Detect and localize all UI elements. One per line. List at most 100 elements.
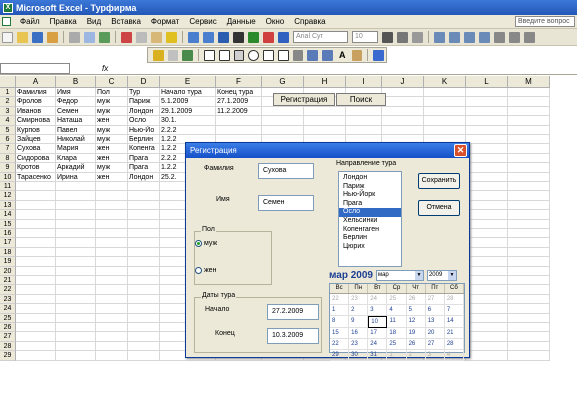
- cell[interactable]: жен: [96, 173, 128, 182]
- cell[interactable]: Тарасенко: [16, 173, 56, 182]
- row-header[interactable]: 22: [0, 285, 16, 295]
- image-control-icon[interactable]: [351, 49, 363, 61]
- cell[interactable]: Николай: [56, 135, 96, 144]
- row-header[interactable]: 12: [0, 191, 16, 201]
- checkbox-control-icon[interactable]: [204, 49, 215, 61]
- row-header[interactable]: 18: [0, 247, 16, 258]
- year-select[interactable]: 2009 ▼: [426, 269, 457, 281]
- row-header[interactable]: 5: [0, 125, 16, 135]
- listbox-control-icon[interactable]: [263, 49, 274, 61]
- calendar-day[interactable]: 25: [387, 294, 407, 305]
- cell[interactable]: Наташа: [56, 116, 96, 125]
- calendar-day[interactable]: 12: [406, 316, 426, 328]
- calendar-day[interactable]: 27: [425, 339, 445, 350]
- help-search-input[interactable]: Введите вопрос: [515, 16, 575, 27]
- calendar-day[interactable]: 29: [330, 350, 350, 361]
- calendar-day[interactable]: 2: [406, 350, 426, 361]
- workbook-icon[interactable]: [2, 17, 11, 26]
- column-header[interactable]: C: [96, 76, 128, 88]
- cell[interactable]: жен: [96, 154, 128, 163]
- column-header[interactable]: J: [382, 76, 424, 88]
- new-icon[interactable]: [2, 31, 13, 43]
- cell[interactable]: 27.1.2009: [216, 97, 262, 106]
- cell[interactable]: Осло: [128, 116, 160, 125]
- cell[interactable]: Конец тура: [216, 88, 262, 97]
- column-header[interactable]: I: [346, 76, 382, 88]
- female-radio[interactable]: жен: [195, 267, 216, 274]
- open-icon[interactable]: [17, 31, 28, 43]
- row-header[interactable]: 16: [0, 229, 16, 239]
- register-sheet-button[interactable]: Регистрация: [273, 93, 335, 106]
- menu-view[interactable]: Вид: [82, 17, 106, 26]
- column-header[interactable]: H: [304, 76, 346, 88]
- calendar-day[interactable]: 1: [387, 350, 407, 361]
- calendar-day[interactable]: 4: [444, 350, 464, 361]
- row-header[interactable]: 15: [0, 219, 16, 229]
- end-date-field[interactable]: 10.3.2009: [267, 328, 319, 344]
- sort-icon[interactable]: [248, 31, 259, 43]
- row-header[interactable]: 25: [0, 313, 16, 323]
- calendar-day[interactable]: 27: [425, 294, 445, 305]
- calendar-day[interactable]: 1: [330, 305, 350, 316]
- row-header[interactable]: 24: [0, 304, 16, 314]
- paste-icon[interactable]: [151, 31, 162, 43]
- calendar-day[interactable]: 14: [444, 316, 464, 328]
- underline-icon[interactable]: [412, 31, 423, 43]
- calendar-day[interactable]: 31: [368, 350, 388, 361]
- calendar-day[interactable]: 4: [387, 305, 407, 316]
- button-control-icon[interactable]: [233, 49, 245, 61]
- calendar-day[interactable]: 25: [387, 339, 407, 350]
- cell[interactable]: Иванов: [16, 107, 56, 116]
- drawing-icon[interactable]: [278, 31, 289, 43]
- column-header[interactable]: M: [508, 76, 550, 88]
- chart-wizard-icon[interactable]: [263, 31, 274, 43]
- font-size-select[interactable]: 10: [352, 31, 378, 43]
- bold-icon[interactable]: [382, 31, 393, 43]
- label-control-icon[interactable]: A: [337, 50, 348, 61]
- calendar-day[interactable]: 7: [444, 305, 464, 316]
- month-select[interactable]: мар ▼: [375, 269, 424, 281]
- spelling-icon[interactable]: [99, 31, 110, 43]
- preview-icon[interactable]: [84, 31, 95, 43]
- chevron-down-icon[interactable]: ▼: [414, 270, 423, 280]
- calendar-day[interactable]: 24: [368, 339, 388, 350]
- column-header[interactable]: A: [16, 76, 56, 88]
- calendar-day[interactable]: 6: [425, 305, 445, 316]
- row-header[interactable]: 21: [0, 276, 16, 286]
- permission-icon[interactable]: [47, 31, 58, 43]
- cell[interactable]: Лондон: [128, 173, 160, 182]
- column-header[interactable]: K: [424, 76, 466, 88]
- calendar-day[interactable]: 20: [425, 328, 445, 339]
- cell[interactable]: Семен: [56, 107, 96, 116]
- print-icon[interactable]: [69, 31, 80, 43]
- calendar-day[interactable]: 15: [330, 328, 350, 339]
- row-header[interactable]: 6: [0, 135, 16, 145]
- list-item[interactable]: Цюрих: [339, 243, 401, 252]
- calendar-day[interactable]: 30: [349, 350, 369, 361]
- calendar-day[interactable]: 26: [406, 294, 426, 305]
- cell[interactable]: Тур: [128, 88, 160, 97]
- column-header[interactable]: E: [160, 76, 216, 88]
- select-all-corner[interactable]: [0, 76, 16, 88]
- percent-icon[interactable]: [509, 31, 520, 43]
- row-header[interactable]: 26: [0, 323, 16, 333]
- cell[interactable]: Сухова: [16, 144, 56, 153]
- name-box[interactable]: [0, 63, 70, 74]
- fx-icon[interactable]: fx: [102, 64, 108, 73]
- row-header[interactable]: 19: [0, 257, 16, 267]
- cell[interactable]: Курпов: [16, 126, 56, 135]
- column-header[interactable]: L: [466, 76, 508, 88]
- row-header[interactable]: 27: [0, 332, 16, 342]
- calendar-day[interactable]: 11: [387, 316, 407, 328]
- row-header[interactable]: 10: [0, 172, 16, 182]
- chevron-down-icon[interactable]: ▼: [447, 270, 456, 280]
- cell[interactable]: 2.2.2: [160, 126, 216, 135]
- autosum-icon[interactable]: [233, 31, 244, 43]
- save-icon[interactable]: [32, 31, 43, 43]
- list-item[interactable]: Лондон: [339, 174, 401, 183]
- row-header[interactable]: 23: [0, 294, 16, 305]
- calendar-day[interactable]: 19: [406, 328, 426, 339]
- cell[interactable]: Берлин: [128, 135, 160, 144]
- list-item[interactable]: Копенгаген: [339, 226, 401, 235]
- menu-window[interactable]: Окно: [261, 17, 290, 26]
